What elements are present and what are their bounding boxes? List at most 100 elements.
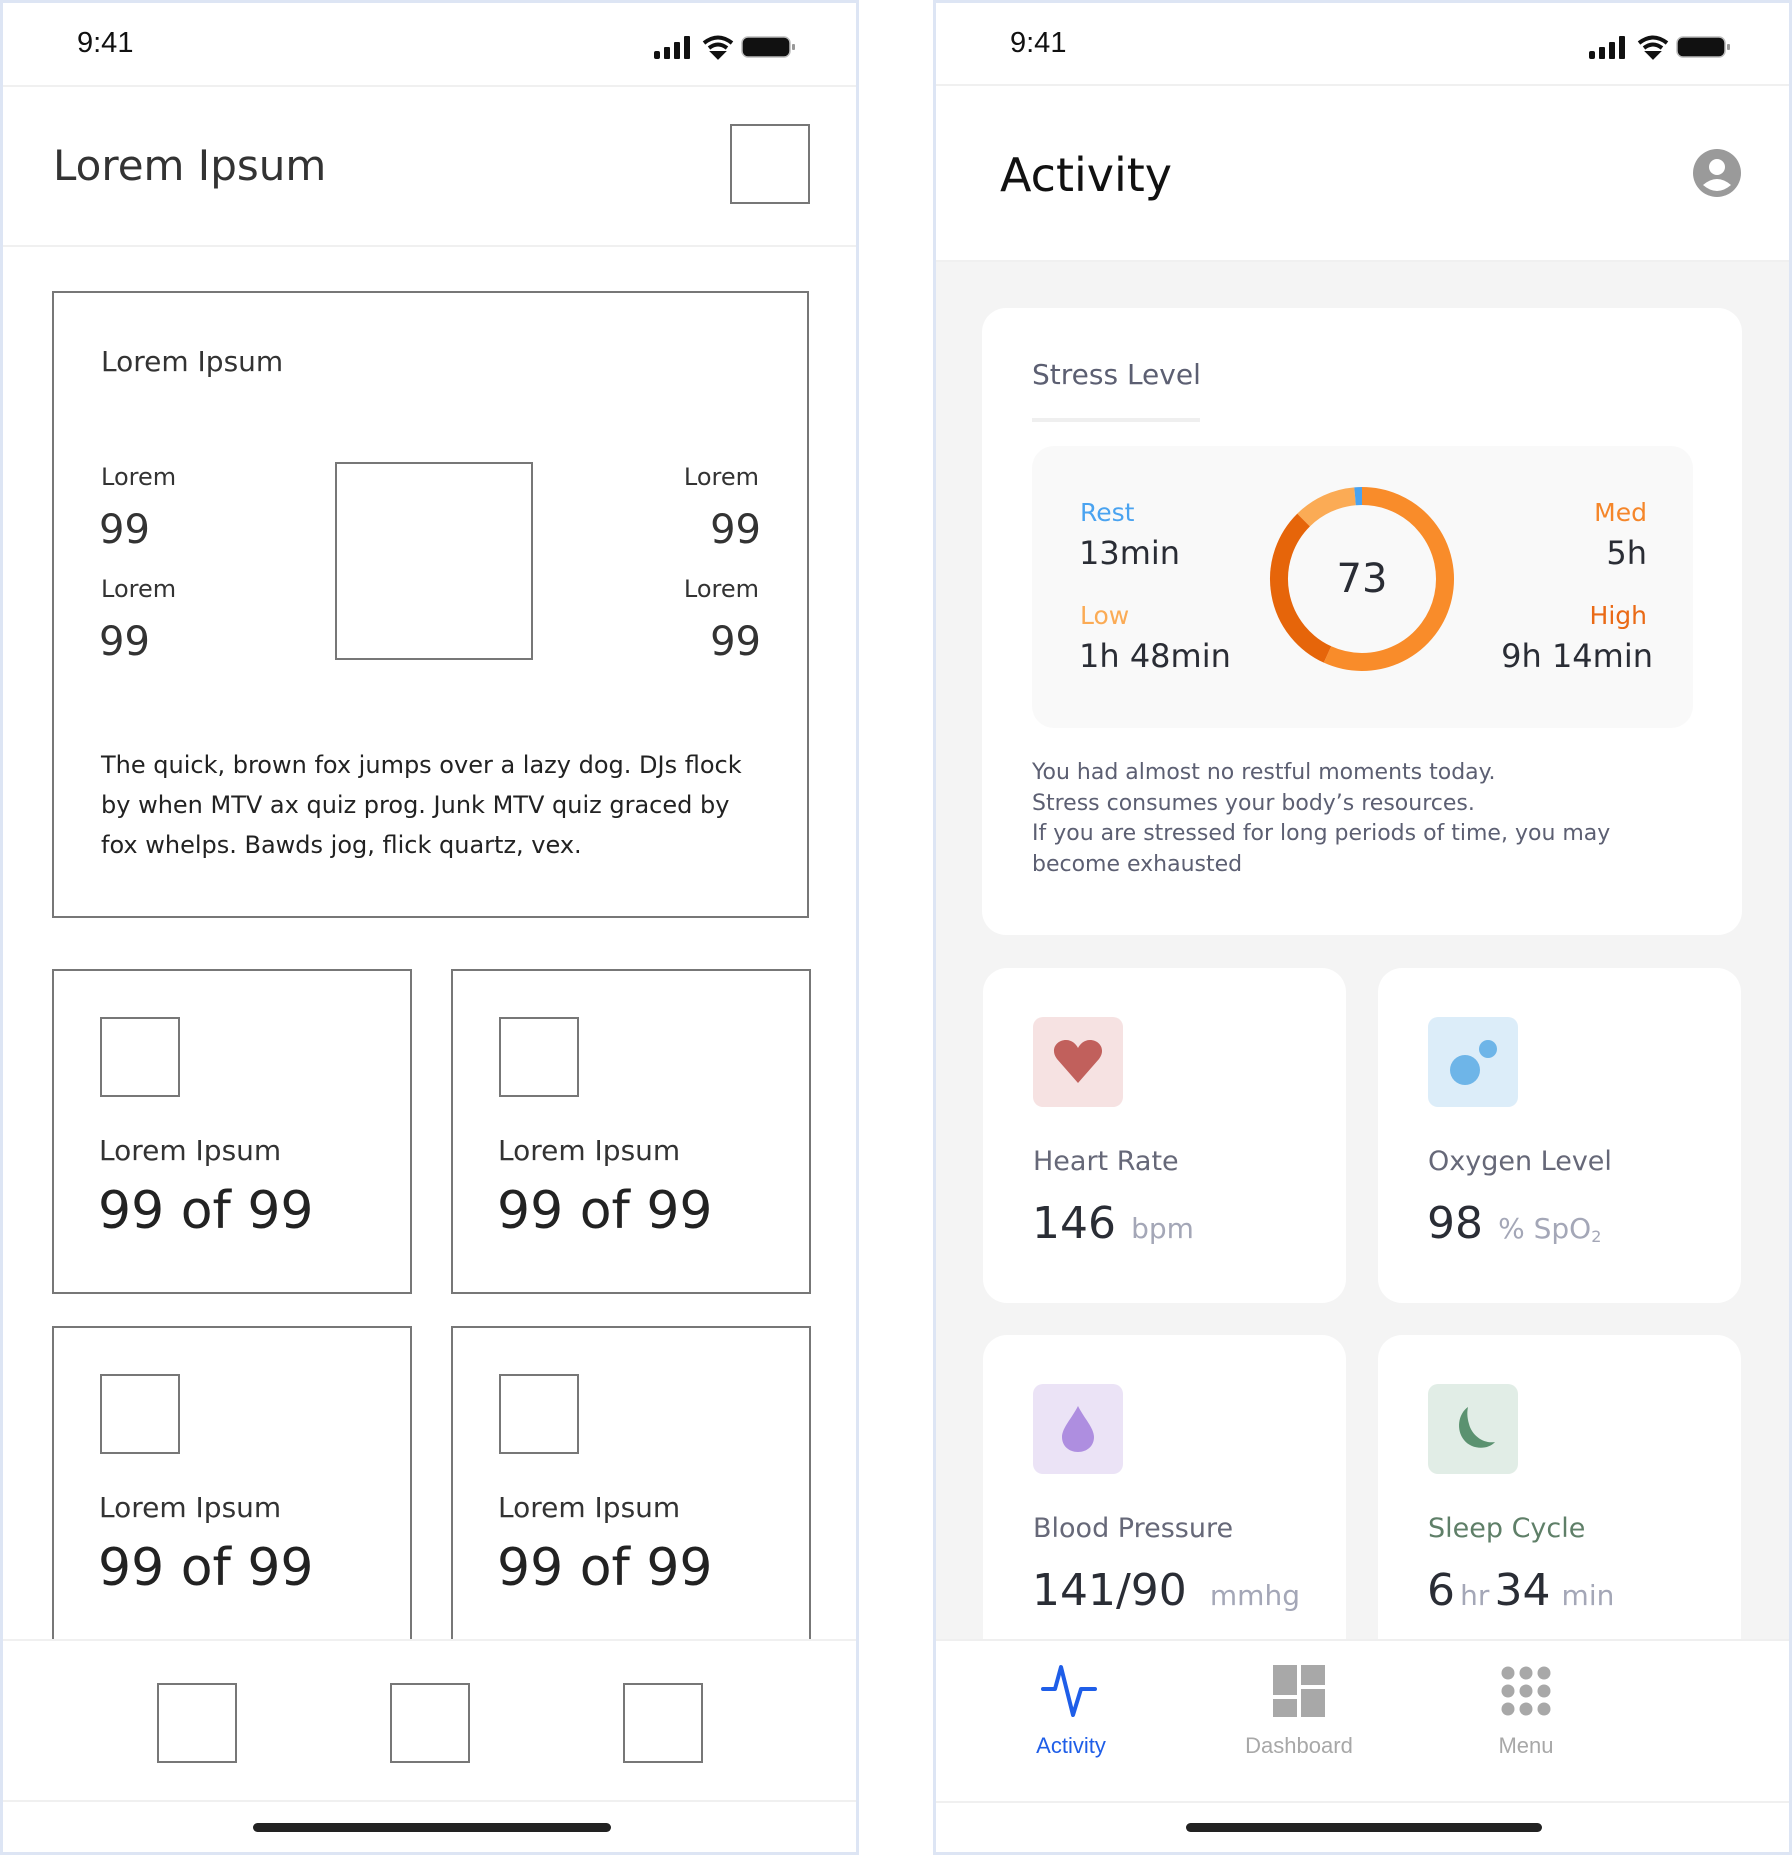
tile-icon-placeholder [499, 1374, 579, 1454]
moon-icon-tile [1428, 1384, 1518, 1474]
description-line: Stress consumes your body’s resources. [1032, 790, 1475, 816]
stress-level-title: Stress Level [1032, 358, 1201, 391]
heart-icon [1053, 1040, 1103, 1083]
metric-unit: % SpO [1498, 1212, 1592, 1245]
stress-score: 73 [1337, 556, 1388, 602]
med-value: 5h [1606, 534, 1647, 572]
status-time: 9:41 [77, 27, 134, 59]
status-divider [936, 84, 1789, 86]
description-line: You had almost no restful moments today. [1032, 760, 1496, 785]
donut-segment-low [1297, 487, 1357, 527]
oxygen-level-card[interactable]: Oxygen Level 98 % SpO2 [1378, 968, 1741, 1303]
home-indicator[interactable] [253, 1823, 611, 1832]
metric-unit: bpm [1131, 1212, 1194, 1245]
signal-icon [1589, 36, 1625, 59]
oxygen-bubbles-icon [1450, 1040, 1497, 1085]
metric-value: 141/90 [1032, 1565, 1187, 1616]
tab-placeholder[interactable] [157, 1683, 237, 1763]
header-divider [3, 245, 856, 247]
paragraph-line: by when MTV ax quiz prog. Junk MTV quiz … [101, 791, 730, 819]
rest-label: Rest [1080, 498, 1135, 527]
header-title: Lorem Ipsum [53, 141, 327, 190]
metric-reading: 141/90 mmhg [1032, 1565, 1300, 1616]
status-time: 9:41 [1010, 27, 1067, 59]
status-icons [1589, 35, 1730, 60]
summary-card: Lorem Ipsum Lorem 99 Lorem 99 Lorem 99 L… [52, 291, 809, 918]
tile-value: 99 of 99 [497, 1181, 713, 1241]
tab-placeholder[interactable] [623, 1683, 703, 1763]
home-divider [936, 1801, 1789, 1803]
high-value: 9h 14min [1501, 637, 1653, 675]
metric-reading: 98 % SpO2 [1427, 1198, 1601, 1249]
menu-grid-icon [1501, 1666, 1551, 1716]
menu-dot [1501, 1666, 1515, 1680]
blood-drop-icon-tile [1033, 1384, 1123, 1474]
metric-unit: hr [1460, 1579, 1490, 1612]
home-indicator[interactable] [1186, 1823, 1542, 1832]
metric-title: Oxygen Level [1428, 1146, 1612, 1177]
low-label: Low [1080, 601, 1130, 630]
metric-title: Sleep Cycle [1428, 1513, 1586, 1544]
moon-icon [1459, 1407, 1495, 1448]
tab-label: Menu [1498, 1733, 1554, 1758]
blood-drop-icon [1062, 1406, 1094, 1452]
tile-icon-placeholder [100, 1017, 180, 1097]
tile-value: 99 of 99 [497, 1538, 713, 1598]
activity-phone: 9:41 Activity Stress Level Rest 13min Lo… [933, 0, 1792, 1855]
title-underline [1032, 418, 1200, 422]
tile-icon-placeholder [100, 1374, 180, 1454]
tile-value: 99 of 99 [98, 1181, 314, 1241]
tile[interactable]: Lorem Ipsum 99 of 99 [52, 969, 412, 1294]
tile-label: Lorem Ipsum [498, 1491, 681, 1524]
tile[interactable]: Lorem Ipsum 99 of 99 [451, 1326, 811, 1666]
header-action-placeholder[interactable] [730, 124, 810, 204]
profile-avatar-icon[interactable] [1692, 148, 1742, 198]
stress-description: You had almost no restful moments today.… [1032, 758, 1610, 880]
stat-label: Lorem [683, 463, 759, 491]
header-divider [936, 260, 1789, 262]
high-label: High [1589, 601, 1647, 630]
menu-dot [1537, 1666, 1551, 1680]
menu-dot [1519, 1666, 1533, 1680]
metric-unit-subscript: 2 [1591, 1227, 1602, 1247]
battery-icon [741, 36, 795, 58]
battery-icon [1676, 36, 1730, 58]
tab-dashboard[interactable]: Dashboard [1219, 1663, 1379, 1783]
menu-dot [1519, 1684, 1533, 1698]
home-divider [3, 1800, 856, 1802]
stat-value: 99 [710, 619, 761, 665]
metric-value: 6 [1427, 1565, 1455, 1616]
signal-icon [654, 36, 690, 59]
metric-unit: mmhg [1209, 1579, 1300, 1612]
wireframe-phone: 9:41 Lorem Ipsum Lorem Ipsum Lorem 99 Lo… [0, 0, 859, 1855]
metric-title: Heart Rate [1033, 1146, 1179, 1177]
metric-value: 146 [1032, 1198, 1116, 1249]
activity-pulse-icon [1041, 1665, 1097, 1717]
tab-bar [3, 1639, 856, 1801]
stat-value: 99 [710, 507, 761, 553]
tile[interactable]: Lorem Ipsum 99 of 99 [52, 1326, 412, 1666]
tab-activity[interactable]: Activity [991, 1663, 1151, 1783]
tile-label: Lorem Ipsum [99, 1491, 282, 1524]
summary-card-title: Lorem Ipsum [101, 345, 284, 378]
page-title: Activity [1000, 148, 1173, 202]
stat-label: Lorem [683, 575, 759, 603]
tile[interactable]: Lorem Ipsum 99 of 99 [451, 969, 811, 1294]
tab-placeholder[interactable] [390, 1683, 470, 1763]
stress-breakdown: Rest 13min Low 1h 48min Med 5h High 9h 1… [1032, 446, 1693, 728]
sleep-cycle-card[interactable]: Sleep Cycle 6 hr 34 min [1378, 1335, 1741, 1675]
heart-rate-card[interactable]: Heart Rate 146 bpm [983, 968, 1346, 1303]
stress-level-card[interactable]: Stress Level Rest 13min Low 1h 48min Med… [982, 308, 1742, 935]
description-line: become exhausted [1032, 851, 1243, 877]
dashboard-icon [1273, 1665, 1325, 1717]
status-icons [654, 35, 795, 60]
menu-dot [1537, 1702, 1551, 1716]
blood-pressure-card[interactable]: Blood Pressure 141/90 mmhg [983, 1335, 1346, 1675]
menu-dot [1501, 1702, 1515, 1716]
tile-label: Lorem Ipsum [498, 1134, 681, 1167]
wifi-icon [1637, 35, 1669, 60]
tile-icon-placeholder [499, 1017, 579, 1097]
stress-donut-chart: 73 [1270, 487, 1454, 671]
tab-menu[interactable]: Menu [1446, 1663, 1606, 1783]
stat-label: Lorem [101, 575, 177, 603]
